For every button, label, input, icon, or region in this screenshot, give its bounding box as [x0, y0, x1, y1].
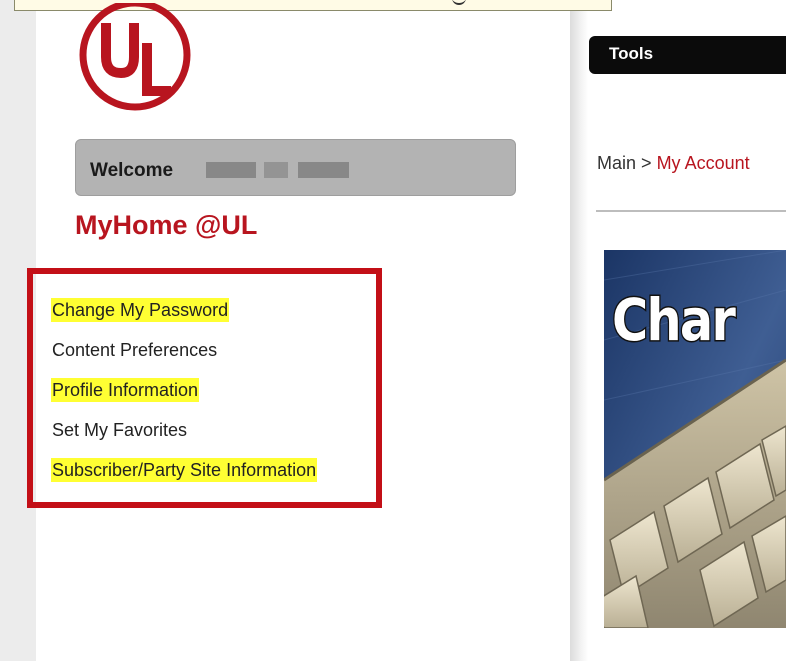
- cut-off-text-fragment: [597, 651, 619, 661]
- content-divider: [596, 210, 786, 212]
- tools-label: Tools: [609, 44, 654, 63]
- breadcrumb-main[interactable]: Main: [597, 153, 636, 173]
- welcome-panel: Welcome: [75, 139, 516, 196]
- ul-logo-icon: [79, 0, 191, 111]
- welcome-label: Welcome: [90, 160, 174, 181]
- menu-item-subscriber-party-site[interactable]: Subscriber/Party Site Information: [51, 458, 318, 482]
- breadcrumb-separator: >: [641, 153, 652, 173]
- menu-item-profile-information[interactable]: Profile Information: [51, 378, 200, 402]
- account-menu-highlight-box: Change My Password Content Preferences P…: [27, 268, 382, 508]
- breadcrumb: Main > My Account: [597, 153, 750, 174]
- myhome-title: MyHome @UL: [75, 210, 258, 240]
- banner-title: Char: [611, 285, 737, 356]
- banner-image: Char: [604, 250, 786, 628]
- tools-bar[interactable]: Tools: [589, 36, 786, 74]
- menu-item-change-password[interactable]: Change My Password: [51, 298, 230, 322]
- menu-item-content-preferences[interactable]: Content Preferences: [51, 338, 218, 362]
- breadcrumb-my-account[interactable]: My Account: [657, 153, 750, 173]
- menu-item-set-favorites[interactable]: Set My Favorites: [51, 418, 188, 442]
- ul-logo[interactable]: [73, 0, 197, 116]
- sidebar-gutter: [570, 0, 588, 661]
- redacted-user-name: [206, 162, 349, 180]
